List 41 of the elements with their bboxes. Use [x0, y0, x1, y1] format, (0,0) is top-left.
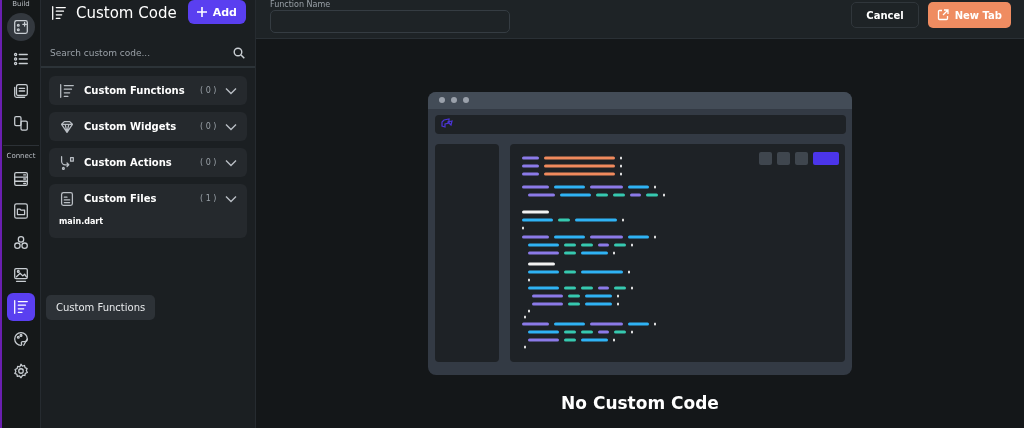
function-name-field[interactable] — [270, 10, 510, 33]
external-link-icon — [936, 9, 949, 21]
section-count: ( 0 ) — [200, 86, 217, 95]
search-field[interactable]: Search custom code... — [50, 43, 233, 63]
section-count: ( 0 ) — [200, 158, 217, 167]
search-icon[interactable] — [233, 47, 245, 59]
palette-icon — [12, 330, 30, 348]
chevron-down-icon[interactable] — [225, 122, 237, 131]
gear-icon — [12, 362, 30, 380]
folder-icon — [12, 202, 30, 220]
chevron-down-icon[interactable] — [225, 194, 237, 203]
section-title[interactable]: Custom Functions — [84, 85, 192, 96]
widget-add-icon — [12, 18, 30, 36]
field-label: Function Name — [270, 0, 331, 9]
file-icon — [58, 189, 76, 208]
chevron-down-icon[interactable] — [225, 158, 237, 167]
code-lines-icon — [50, 4, 68, 22]
cancel-button[interactable]: Cancel — [851, 2, 919, 28]
devices-icon — [12, 114, 30, 132]
database-icon — [12, 170, 30, 188]
empty-state-title: No Custom Code — [561, 393, 719, 413]
code-icon — [12, 298, 30, 316]
nodes-icon — [12, 234, 30, 252]
tooltip: Custom Functions — [46, 295, 156, 320]
pages-icon — [12, 82, 30, 100]
function-icon — [58, 81, 76, 100]
section-title[interactable]: Custom Widgets — [84, 121, 192, 132]
rail-button[interactable] — [7, 13, 35, 41]
list-icon — [12, 50, 30, 68]
panel-title: Custom Code — [76, 4, 178, 22]
chevron-down-icon[interactable] — [225, 86, 237, 95]
action-icon — [58, 153, 76, 172]
section-title[interactable]: Custom Actions — [84, 157, 192, 168]
image-icon — [12, 266, 30, 284]
add-button[interactable]: Add — [187, 0, 246, 24]
plus-icon — [196, 7, 207, 17]
section-count: ( 0 ) — [200, 122, 217, 131]
rail-button[interactable] — [7, 293, 35, 321]
section-count: ( 1 ) — [200, 194, 217, 203]
section-title[interactable]: Custom Files — [84, 193, 192, 204]
file-item[interactable]: main.dart — [49, 213, 247, 238]
